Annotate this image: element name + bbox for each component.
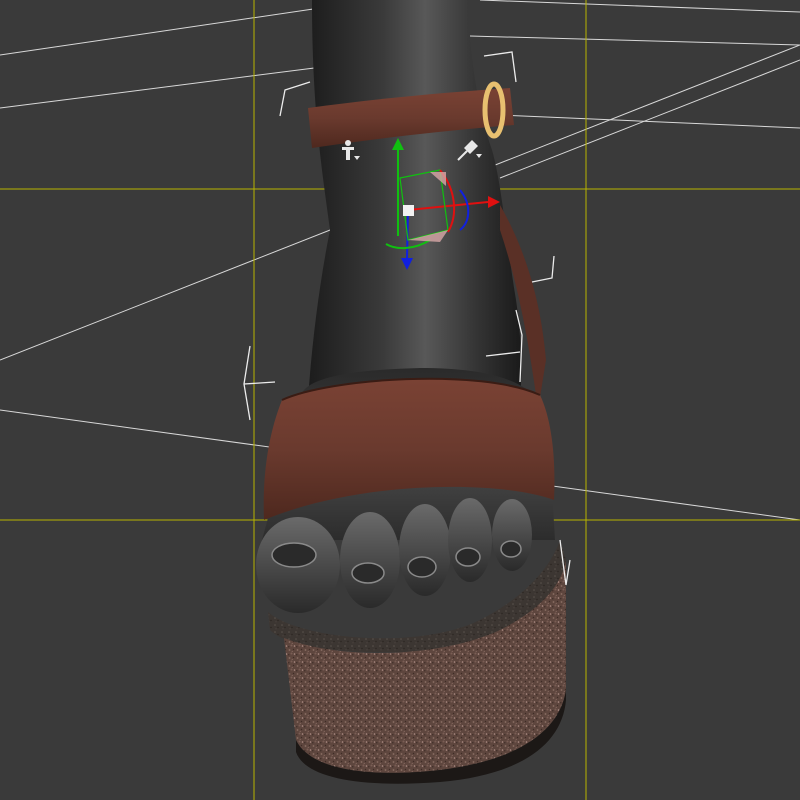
fourth-toe[interactable] — [448, 498, 492, 582]
second-toe[interactable] — [340, 512, 400, 608]
3d-viewport[interactable] — [0, 0, 800, 800]
third-toe[interactable] — [399, 504, 451, 596]
gizmo-center-handle[interactable] — [403, 205, 414, 216]
fifth-toe[interactable] — [492, 499, 532, 571]
scene-canvas[interactable] — [0, 0, 800, 800]
